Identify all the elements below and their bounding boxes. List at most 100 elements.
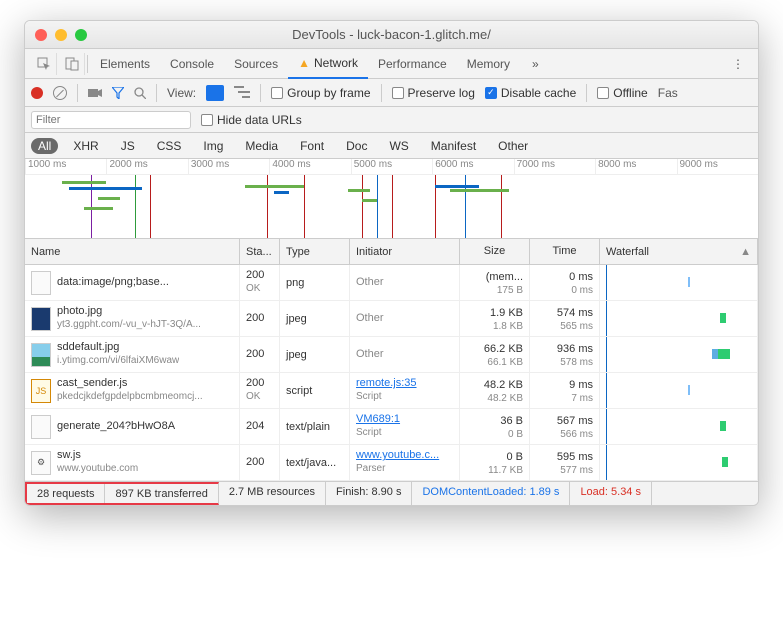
- tab-elements[interactable]: Elements: [90, 49, 160, 79]
- file-icon: [31, 343, 51, 367]
- warning-icon: ▲: [298, 56, 310, 70]
- status-bar: 28 requests 897 KB transferred 2.7 MB re…: [25, 481, 758, 505]
- traffic-lights: [25, 29, 87, 41]
- filter-pill-font[interactable]: Font: [293, 138, 331, 154]
- filter-pill-manifest[interactable]: Manifest: [424, 138, 483, 154]
- dcl-time: DOMContentLoaded: 1.89 s: [412, 482, 570, 505]
- group-by-frame-checkbox[interactable]: Group by frame: [271, 86, 370, 100]
- resources-size: 2.7 MB resources: [219, 482, 326, 505]
- overview-bar: [274, 191, 289, 194]
- col-status[interactable]: Sta...: [240, 239, 280, 264]
- record-icon[interactable]: [31, 87, 43, 99]
- overview-marker: [392, 175, 393, 238]
- col-type[interactable]: Type: [280, 239, 350, 264]
- search-icon[interactable]: [134, 87, 146, 99]
- request-row[interactable]: JScast_sender.jspkedcjkdefgpdelpbcmbmeom…: [25, 373, 758, 409]
- filter-input[interactable]: [31, 111, 191, 129]
- waterfall-bar: [688, 385, 690, 395]
- request-row[interactable]: ⚙sw.jswww.youtube.com200text/java...www.…: [25, 445, 758, 481]
- waterfall-bar: [718, 349, 730, 359]
- camera-icon[interactable]: [88, 87, 102, 99]
- col-waterfall[interactable]: Waterfall▲: [600, 239, 758, 264]
- minimize-icon[interactable]: [55, 29, 67, 41]
- tab-overflow[interactable]: »: [522, 49, 549, 79]
- transferred-size: 897 KB transferred: [105, 484, 217, 503]
- tab-console[interactable]: Console: [160, 49, 224, 79]
- disable-cache-checkbox[interactable]: ✓Disable cache: [485, 86, 576, 100]
- initiator-link[interactable]: VM689:1: [356, 413, 400, 427]
- tick-label: 2000 ms: [106, 159, 187, 174]
- file-icon: [31, 415, 51, 439]
- overview-marker: [150, 175, 151, 238]
- filter-icon[interactable]: [112, 87, 124, 99]
- overview-bar: [245, 185, 304, 188]
- overview-bar: [450, 189, 509, 192]
- tab-sources[interactable]: Sources: [224, 49, 288, 79]
- overview-bar: [362, 199, 377, 202]
- zoom-icon[interactable]: [75, 29, 87, 41]
- tick-label: 3000 ms: [188, 159, 269, 174]
- separator: [381, 84, 382, 102]
- highlighted-summary: 28 requests 897 KB transferred: [25, 482, 219, 505]
- titlebar: DevTools - luck-bacon-1.glitch.me/: [25, 21, 758, 49]
- col-size[interactable]: Size: [460, 239, 530, 264]
- timeline-overview[interactable]: 1000 ms2000 ms3000 ms4000 ms5000 ms6000 …: [25, 159, 758, 239]
- request-table-body: data:image/png;base...200OKpngOther(mem.…: [25, 265, 758, 481]
- requests-count: 28 requests: [27, 484, 105, 503]
- kebab-menu-icon[interactable]: ⋮: [724, 57, 752, 71]
- filter-pill-img[interactable]: Img: [196, 138, 230, 154]
- separator: [156, 84, 157, 102]
- throttle-label[interactable]: Fas: [658, 86, 678, 100]
- filter-pill-js[interactable]: JS: [114, 138, 142, 154]
- request-row[interactable]: photo.jpgyt3.ggpht.com/-vu_v-hJT-3Q/A...…: [25, 301, 758, 337]
- initiator-link[interactable]: remote.js:35: [356, 377, 417, 391]
- col-time[interactable]: Time: [530, 239, 600, 264]
- overview-bar: [348, 189, 370, 192]
- overview-marker: [377, 175, 378, 238]
- hide-data-urls-checkbox[interactable]: Hide data URLs: [201, 113, 302, 127]
- waterfall-bar: [720, 421, 726, 431]
- overview-bar: [435, 185, 479, 188]
- large-rows-icon[interactable]: [206, 85, 224, 101]
- tick-label: 1000 ms: [25, 159, 106, 174]
- device-toggle-icon[interactable]: [59, 53, 85, 75]
- overview-marker: [362, 175, 363, 238]
- finish-time: Finish: 8.90 s: [326, 482, 412, 505]
- load-time: Load: 5.34 s: [570, 482, 652, 505]
- request-row[interactable]: sddefault.jpgi.ytimg.com/vi/6lfaiXM6waw2…: [25, 337, 758, 373]
- col-name[interactable]: Name: [25, 239, 240, 264]
- tab-performance[interactable]: Performance: [368, 49, 457, 79]
- tab-memory[interactable]: Memory: [457, 49, 520, 79]
- tick-label: 8000 ms: [595, 159, 676, 174]
- preserve-log-checkbox[interactable]: Preserve log: [392, 86, 475, 100]
- col-initiator[interactable]: Initiator: [350, 239, 460, 264]
- waterfall-bar: [720, 313, 726, 323]
- clear-icon[interactable]: [53, 86, 67, 100]
- initiator-link[interactable]: www.youtube.c...: [356, 449, 439, 463]
- close-icon[interactable]: [35, 29, 47, 41]
- separator: [586, 84, 587, 102]
- filter-pill-ws[interactable]: WS: [382, 138, 415, 154]
- file-icon: [31, 271, 51, 295]
- overview-bar: [62, 181, 106, 184]
- filter-pill-all[interactable]: All: [31, 138, 58, 154]
- filter-bar: Hide data URLs: [25, 107, 758, 133]
- overview-marker: [135, 175, 136, 238]
- overview-bar: [84, 207, 113, 210]
- filter-pill-xhr[interactable]: XHR: [66, 138, 105, 154]
- overview-bar: [69, 187, 142, 190]
- tab-list: ElementsConsoleSources▲NetworkPerformanc…: [90, 49, 520, 79]
- filter-pill-other[interactable]: Other: [491, 138, 535, 154]
- tab-network[interactable]: ▲Network: [288, 49, 368, 79]
- waterfall-view-icon[interactable]: [234, 85, 250, 101]
- filter-pill-doc[interactable]: Doc: [339, 138, 374, 154]
- request-row[interactable]: data:image/png;base...200OKpngOther(mem.…: [25, 265, 758, 301]
- network-toolbar: View: Group by frame Preserve log ✓Disab…: [25, 79, 758, 107]
- offline-checkbox[interactable]: Offline: [597, 86, 647, 100]
- request-row[interactable]: generate_204?bHwO8A204text/plainVM689:1S…: [25, 409, 758, 445]
- inspect-icon[interactable]: [31, 53, 57, 75]
- window-title: DevTools - luck-bacon-1.glitch.me/: [25, 27, 758, 42]
- filter-pill-css[interactable]: CSS: [150, 138, 189, 154]
- timeline-ticks: 1000 ms2000 ms3000 ms4000 ms5000 ms6000 …: [25, 159, 758, 175]
- filter-pill-media[interactable]: Media: [238, 138, 285, 154]
